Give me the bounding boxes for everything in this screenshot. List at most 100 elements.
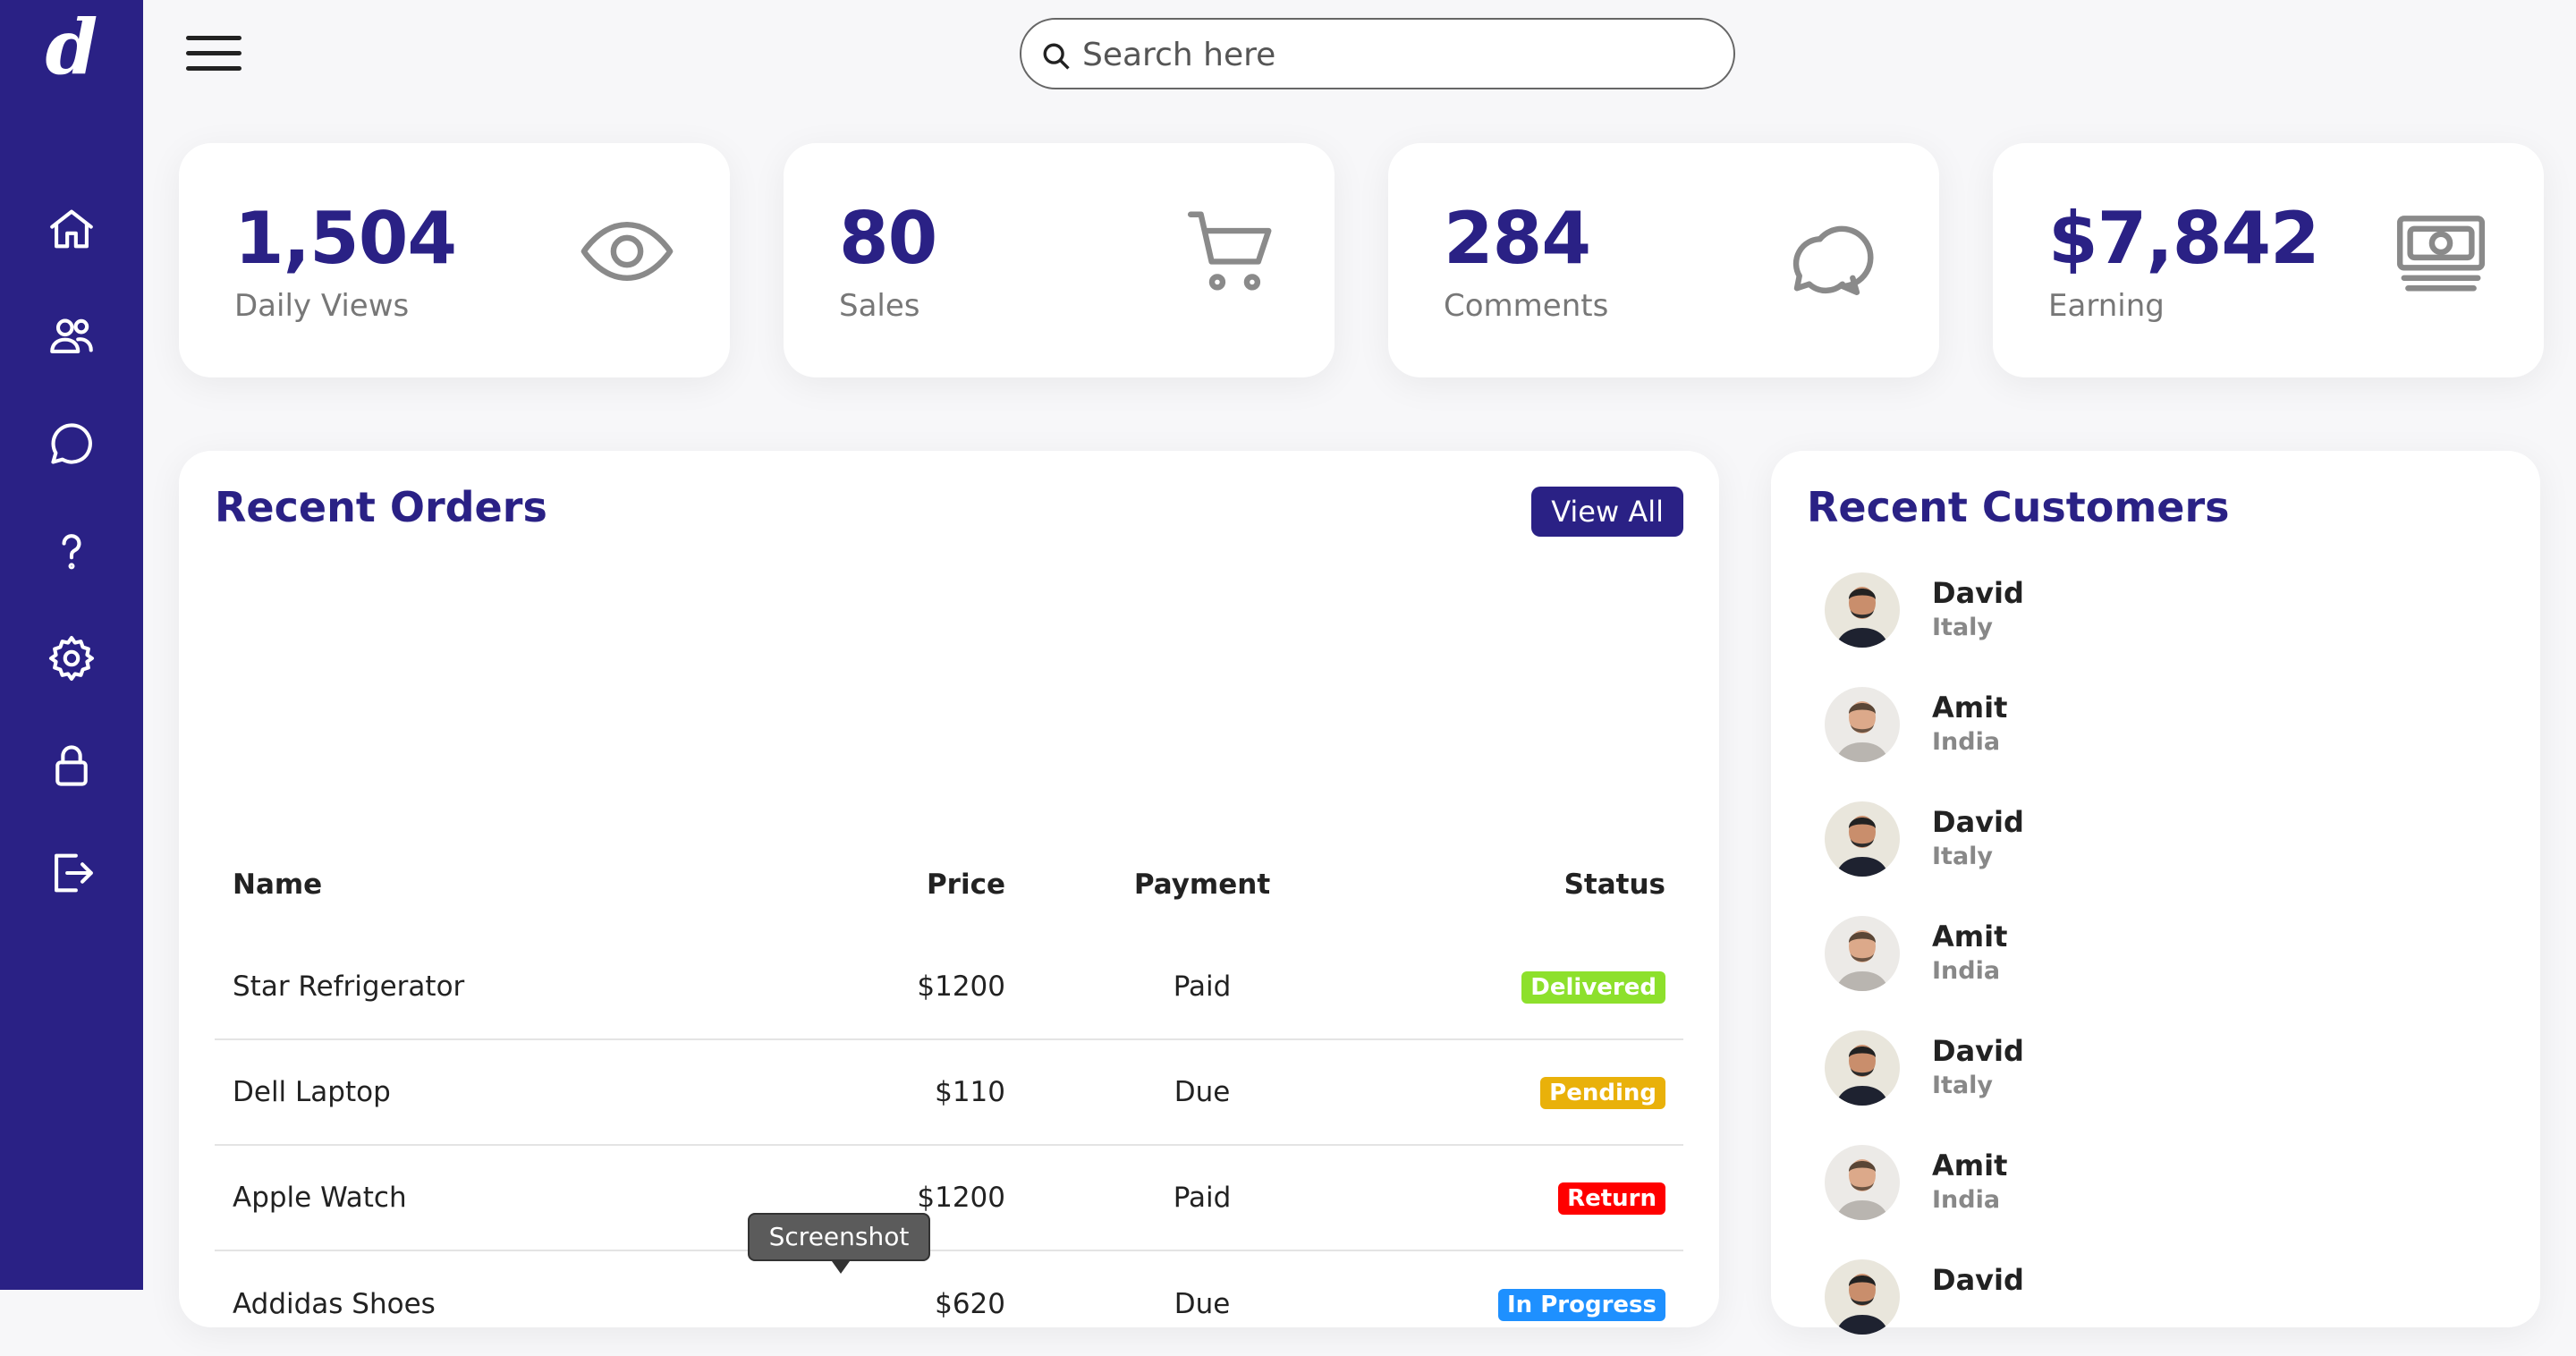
stat-card-sales[interactable]: 80 Sales — [784, 143, 1335, 377]
column-header-status: Status — [1563, 869, 1665, 901]
order-status-cell: Delivered — [1381, 934, 1683, 1039]
customer-name: Amit — [1932, 920, 2008, 953]
customer-name: David — [1932, 1263, 2024, 1297]
order-status-cell: Pending — [1381, 1038, 1683, 1145]
customer-country: Italy — [1932, 1072, 1994, 1099]
customer-item[interactable]: David Italy — [1825, 1030, 2451, 1109]
order-name: Star Refrigerator — [233, 970, 465, 1003]
sidebar-item-settings[interactable] — [0, 615, 143, 701]
cart-icon — [1187, 211, 1272, 291]
order-name: Dell Laptop — [215, 1038, 716, 1145]
recent-customers-title: Recent Customers — [1807, 483, 2230, 531]
stat-card-earning[interactable]: $7,842 Earning — [1993, 143, 2544, 377]
customer-country: Italy — [1932, 614, 1994, 641]
customer-avatar — [1825, 1145, 1900, 1220]
stat-card-comments[interactable]: 284 Comments — [1388, 143, 1939, 377]
customer-avatar — [1825, 1259, 1900, 1335]
customer-name: David — [1932, 576, 2024, 610]
stat-value: 284 — [1444, 197, 1591, 280]
customer-avatar — [1825, 1030, 1900, 1106]
stat-label: Earning — [2048, 288, 2165, 324]
customer-item[interactable]: Amit India — [1825, 687, 2451, 766]
view-all-button[interactable]: View All — [1531, 487, 1683, 537]
sidebar-item-customers[interactable] — [0, 293, 143, 379]
order-payment: Paid — [1023, 1144, 1381, 1250]
status-badge: Delivered — [1521, 970, 1665, 1004]
order-name: Apple Watch — [215, 1144, 716, 1250]
stat-value: $7,842 — [2048, 197, 2320, 280]
logout-icon — [55, 853, 93, 893]
order-name: Addidas Shoes — [215, 1250, 716, 1356]
customer-country: India — [1932, 957, 2001, 985]
hamburger-line — [186, 66, 242, 71]
customer-country: India — [1932, 728, 2001, 756]
order-price: $110 — [716, 1038, 1023, 1145]
table-row[interactable]: Addidas Shoes $620 Due In Progress — [215, 1250, 1683, 1356]
customer-name: David — [1932, 1034, 2024, 1068]
chat-icon — [1792, 225, 1874, 296]
sidebar-item-signout[interactable] — [0, 830, 143, 916]
recent-customers-panel: Recent Customers David Italy Amit India … — [1771, 451, 2540, 1335]
table-row[interactable]: Dell Laptop $110 Due Pending — [215, 1038, 1683, 1145]
column-header-name: Name — [233, 869, 323, 901]
customer-item[interactable]: Amit India — [1825, 1145, 2451, 1224]
customer-item[interactable]: Amit India — [1825, 916, 2451, 995]
status-badge: In Progress — [1498, 1288, 1665, 1321]
customer-name: Amit — [1932, 691, 2008, 725]
sidebar: d — [0, 0, 143, 1290]
order-price: $620 — [716, 1250, 1023, 1356]
status-badge: Pending — [1540, 1077, 1665, 1109]
customer-country: Italy — [1932, 843, 1994, 870]
customer-item[interactable]: David Italy — [1825, 572, 2451, 651]
hamburger-line — [186, 51, 242, 55]
brand-logo[interactable]: d — [0, 0, 143, 93]
lock-icon — [55, 745, 88, 786]
column-header-payment: Payment — [1133, 869, 1271, 901]
gear-icon — [48, 635, 95, 682]
table-row[interactable]: Apple Watch $1200 Paid Return — [215, 1144, 1683, 1250]
stat-value: 1,504 — [234, 197, 457, 280]
recent-orders-panel: Recent Orders View All Name Price Paymen… — [179, 451, 1719, 1356]
order-payment: Due — [1023, 1038, 1381, 1145]
order-price: $1200 — [917, 970, 1005, 1003]
table-row[interactable]: Star Refrigerator $1200 Paid Delivered — [215, 934, 1683, 1039]
eye-icon — [580, 222, 674, 281]
customer-name: David — [1932, 805, 2024, 839]
sidebar-item-security[interactable] — [0, 723, 143, 809]
sidebar-item-messages[interactable] — [0, 401, 143, 487]
customer-country: India — [1932, 1186, 2001, 1214]
order-payment: Paid — [1173, 970, 1232, 1003]
stat-value: 80 — [839, 197, 937, 280]
customer-avatar — [1825, 801, 1900, 877]
stat-label: Comments — [1444, 288, 1609, 324]
topbar — [143, 0, 2576, 107]
search-icon — [1043, 43, 1070, 70]
customer-avatar — [1825, 572, 1900, 648]
customer-name: Amit — [1932, 1148, 2008, 1182]
hamburger-line — [186, 36, 242, 40]
table-header-row: Name Price Payment Status — [215, 835, 1683, 934]
stat-label: Sales — [839, 288, 920, 324]
order-status-cell: Return — [1381, 1144, 1683, 1250]
recent-orders-title: Recent Orders — [215, 483, 547, 531]
column-header-price: Price — [926, 869, 1005, 901]
customer-item[interactable]: David — [1825, 1259, 2451, 1338]
stat-label: Daily Views — [234, 288, 410, 324]
customer-item[interactable]: David Italy — [1825, 801, 2451, 880]
home-icon — [50, 209, 93, 249]
sidebar-item-help[interactable] — [0, 508, 143, 594]
stat-card-daily-views[interactable]: 1,504 Daily Views — [179, 143, 730, 377]
menu-toggle-button[interactable] — [186, 34, 242, 73]
orders-table: Name Price Payment Status Star Refrigera… — [215, 835, 1683, 1356]
order-status-cell: In Progress — [1381, 1250, 1683, 1356]
customer-avatar — [1825, 687, 1900, 762]
sidebar-item-home[interactable] — [0, 186, 143, 272]
screenshot-tooltip: Screenshot — [748, 1213, 930, 1274]
people-icon — [50, 318, 93, 353]
search-bar — [1020, 18, 1735, 89]
chat-icon — [51, 423, 92, 464]
cash-icon — [2396, 216, 2486, 292]
search-input[interactable] — [1082, 30, 1708, 79]
status-badge: Return — [1558, 1182, 1665, 1215]
question-icon — [62, 534, 81, 570]
